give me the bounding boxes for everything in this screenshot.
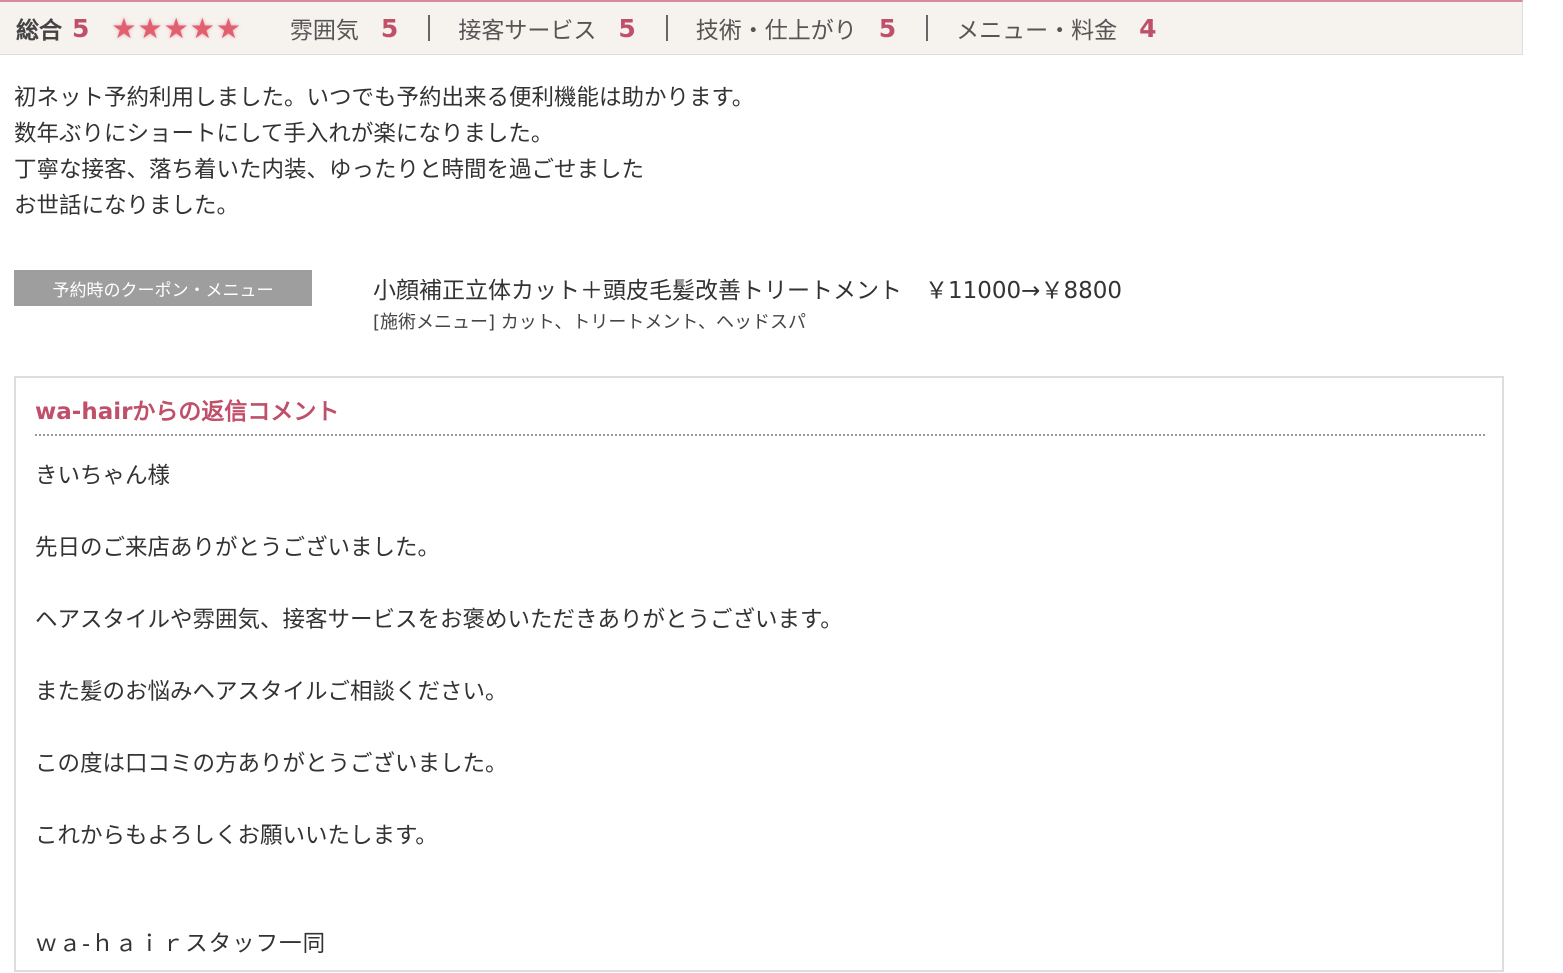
coupon-tag: 予約時のクーポン・メニュー: [14, 270, 312, 306]
coupon-name: 小顔補正立体カット＋頭皮毛髪改善トリートメント ￥11000→￥8800: [373, 278, 1122, 304]
review-text: 初ネット予約利用しました。いつでも予約出来る便利機能は助かります。 数年ぶりにシ…: [14, 80, 754, 224]
review-line: 数年ぶりにショートにして手入れが楽になりました。: [14, 121, 554, 147]
rating-label: 雰囲気: [289, 18, 359, 44]
rating-atmosphere: 雰囲気 5: [290, 11, 398, 45]
overall-label: 総合: [16, 18, 62, 44]
star-rating-icons: ★★★★★: [111, 11, 242, 45]
coupon-menu: [施術メニュー] カット、トリートメント、ヘッドスパ: [373, 312, 807, 333]
reply-line: きいちゃん様: [35, 463, 171, 489]
overall-score: 5: [72, 13, 90, 43]
review-line: 初ネット予約利用しました。いつでも予約出来る便利機能は助かります。: [14, 85, 755, 111]
rating-label: 接客サービス: [458, 18, 597, 44]
rating-technique: 技術・仕上がり 5: [696, 11, 896, 45]
rating-score: 5: [878, 13, 897, 43]
ratings-bar: 総合 5 ★★★★★ 雰囲気 5 接客サービス 5 技術・仕上がり 5 メニュー…: [0, 0, 1523, 55]
reply-title: wa-hairからの返信コメント: [35, 399, 340, 425]
rating-service: 接客サービス 5: [458, 11, 635, 45]
reply-line: また髪のお悩みヘアスタイルご相談ください。: [35, 679, 508, 705]
rating-score: 5: [380, 13, 399, 43]
reply-signature: ｗａ-ｈａｉｒスタッフ一同: [35, 931, 327, 957]
divider: [665, 15, 668, 41]
rating-menu-price: メニュー・料金 4: [956, 11, 1156, 45]
rating-score: 5: [618, 13, 636, 43]
review-line: 丁寧な接客、落ち着いた内装、ゆったりと時間を過ごせました: [14, 157, 645, 183]
reply-line: この度は口コミの方ありがとうございました。: [35, 751, 508, 777]
reply-line: 先日のご来店ありがとうございました。: [35, 535, 441, 561]
review-line: お世話になりました。: [14, 193, 240, 219]
reply-comment-box: wa-hairからの返信コメント きいちゃん様 先日のご来店ありがとうございまし…: [14, 376, 1504, 972]
divider: [926, 15, 929, 41]
divider: [428, 15, 431, 41]
dotted-divider: [35, 434, 1485, 436]
reply-line: これからもよろしくお願いいたします。: [35, 823, 438, 849]
reply-line: ヘアスタイルや雰囲気、接客サービスをお褒めいただきありがとうございます。: [35, 607, 843, 633]
rating-label: 技術・仕上がり: [695, 18, 857, 44]
reply-body: きいちゃん様 先日のご来店ありがとうございました。 ヘアスタイルや雰囲気、接客サ…: [35, 458, 1475, 890]
rating-label: メニュー・料金: [956, 18, 1118, 44]
rating-score: 4: [1139, 13, 1157, 43]
